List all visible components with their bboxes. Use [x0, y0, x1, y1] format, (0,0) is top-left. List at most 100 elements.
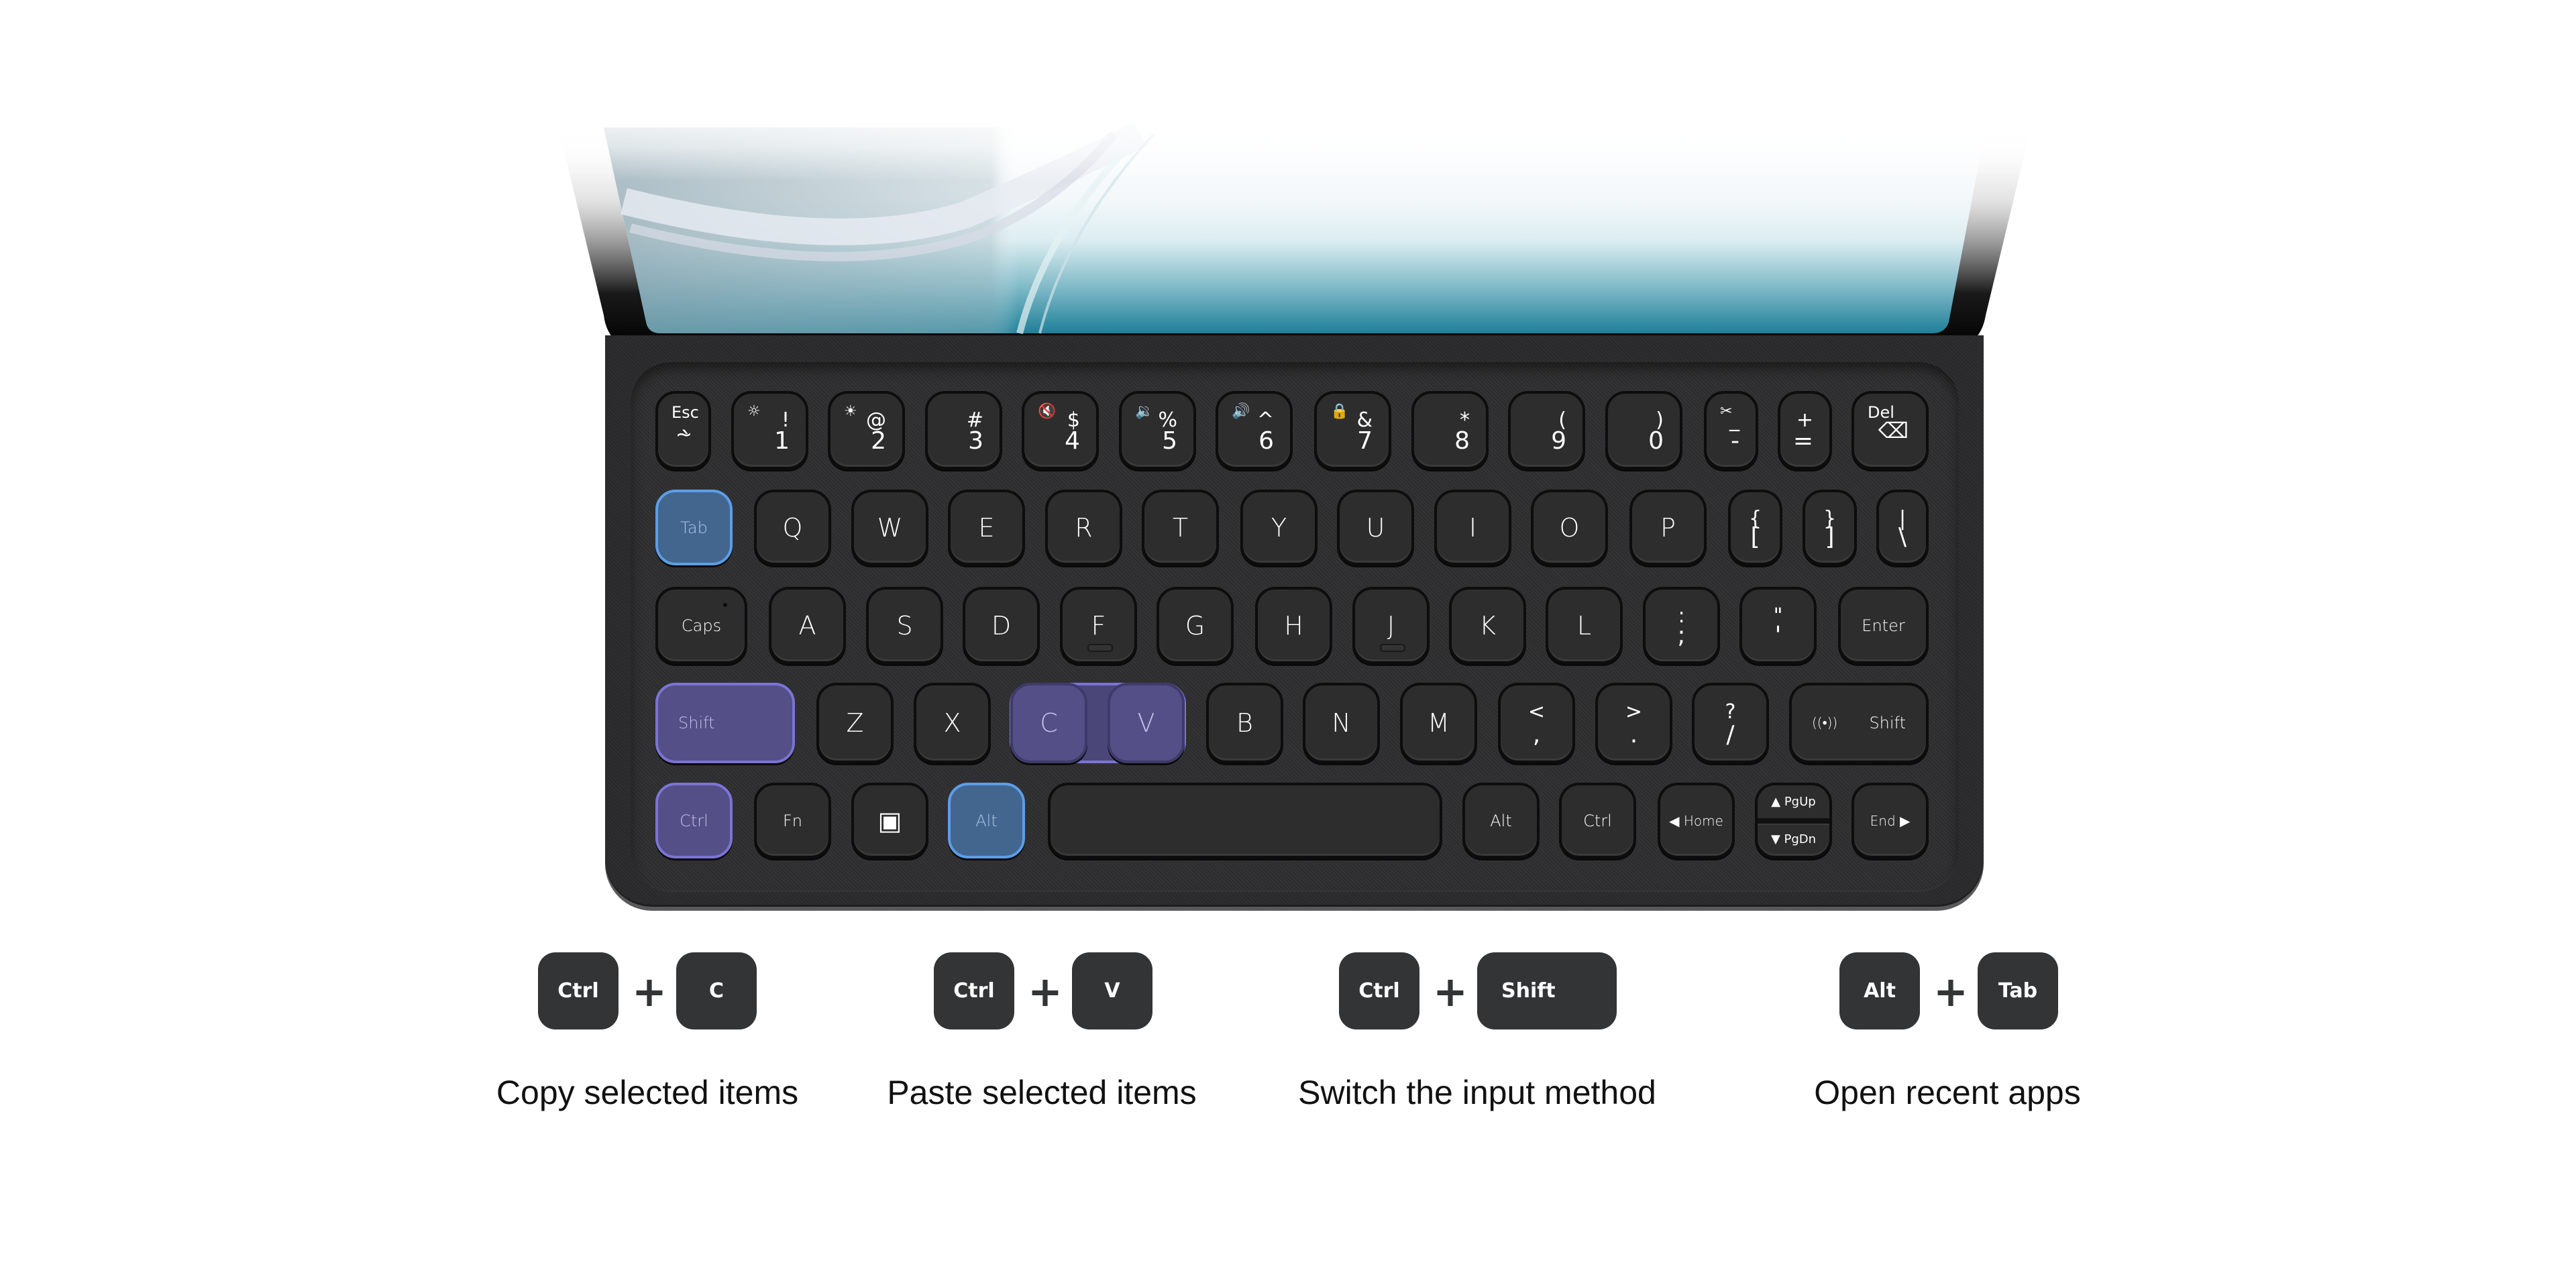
key-semicolon[interactable]: :; — [1643, 587, 1720, 664]
key-rshift[interactable]: ((•)) Shift — [1789, 683, 1929, 763]
key-v[interactable]: V — [1108, 683, 1185, 763]
key-7[interactable]: 🔒 & 7 — [1314, 391, 1391, 469]
key-label: Ctrl — [1583, 811, 1612, 830]
key-x[interactable]: X — [914, 683, 991, 763]
key-lshift[interactable]: Shift — [655, 683, 795, 763]
key-k[interactable]: K — [1449, 587, 1526, 664]
key-rctrl[interactable]: Ctrl — [1559, 783, 1636, 858]
key-space[interactable] — [1048, 783, 1442, 858]
caps-lock-indicator — [723, 603, 727, 607]
key-shift-label: > — [1625, 700, 1643, 724]
key-j[interactable]: J — [1352, 587, 1430, 664]
key-label: End ▶ — [1870, 812, 1911, 829]
key-base-label: ` — [680, 427, 692, 455]
key-base-label: 8 — [1454, 427, 1470, 455]
key-c[interactable]: C — [1010, 683, 1087, 763]
key-6[interactable]: 🔊 ^ 6 — [1216, 391, 1293, 469]
keycap-shift: Shift — [1477, 952, 1617, 1029]
key-minus[interactable]: ✂ _ - — [1704, 391, 1758, 469]
key-lalt[interactable]: Alt — [948, 783, 1025, 858]
key-slash[interactable]: ? / — [1692, 683, 1769, 763]
key-9[interactable]: (9 — [1508, 391, 1585, 469]
key-caps[interactable]: Caps — [655, 587, 747, 664]
key-period[interactable]: >. — [1595, 683, 1672, 763]
key-b[interactable]: B — [1206, 683, 1283, 763]
key-tab[interactable]: Tab — [655, 490, 733, 565]
key-z[interactable]: Z — [816, 683, 894, 763]
key-0[interactable]: ) 0 — [1605, 391, 1682, 469]
pgdn-label: ▼ PgDn — [1770, 832, 1817, 846]
key-end[interactable]: End ▶ — [1851, 783, 1929, 858]
key-4[interactable]: 🔇 $4 — [1022, 391, 1099, 469]
keycap-c: C — [676, 952, 757, 1029]
key-d[interactable]: D — [963, 587, 1040, 664]
tablet-screen-illustration — [537, 101, 2053, 350]
key-enter[interactable]: Enter — [1838, 587, 1929, 664]
key-quote[interactable]: " ' — [1739, 587, 1817, 664]
key-base-label: = — [1792, 427, 1813, 455]
key-label: Alt — [1490, 811, 1512, 830]
key-lctrl[interactable]: Ctrl — [655, 783, 733, 858]
key-5[interactable]: 🔉% 5 — [1119, 391, 1196, 469]
key-lbracket[interactable]: {[ — [1728, 490, 1782, 565]
key-del[interactable]: Del ⌫ — [1851, 391, 1929, 469]
keycap-tab: Tab — [1978, 952, 2058, 1029]
key-3[interactable]: #3 — [925, 391, 1002, 469]
key-n[interactable]: N — [1303, 683, 1380, 763]
key-home[interactable]: ◀ Home — [1658, 783, 1735, 858]
key-i[interactable]: I — [1434, 490, 1511, 565]
key-w[interactable]: W — [851, 490, 928, 565]
keycap-v: V — [1072, 952, 1152, 1029]
keycap-ctrl: Ctrl — [538, 952, 619, 1029]
key-o[interactable]: O — [1531, 490, 1608, 565]
key-base-label: \ — [1898, 523, 1907, 551]
key-label: V — [1137, 708, 1155, 738]
key-ralt[interactable]: Alt — [1462, 783, 1540, 858]
key-pgupdn[interactable]: ▲ PgUp ▼ PgDn — [1755, 783, 1832, 858]
key-label: Shift — [678, 714, 715, 732]
key-2[interactable]: ☀ @2 — [828, 391, 905, 469]
key-f[interactable]: F — [1060, 587, 1137, 664]
mute-icon: 🔇 — [1038, 403, 1057, 420]
shortcut-description: Copy selected items — [496, 1074, 799, 1111]
key-label: M — [1428, 708, 1450, 738]
key-apps[interactable]: ▣ — [851, 783, 928, 858]
key-base-label: 0 — [1648, 427, 1664, 455]
key-1[interactable]: ☼! 1 — [731, 391, 808, 469]
key-e[interactable]: E — [948, 490, 1025, 565]
key-q[interactable]: Q — [754, 490, 831, 565]
key-label: Fn — [782, 811, 802, 830]
plus-sign: + — [632, 967, 667, 1016]
key-a[interactable]: A — [769, 587, 846, 664]
key-s[interactable]: S — [866, 587, 943, 664]
keycap-alt: Alt — [1839, 952, 1920, 1029]
key-8[interactable]: * 8 — [1411, 391, 1489, 469]
pg-divider — [1758, 818, 1829, 824]
key-t[interactable]: T — [1142, 490, 1219, 565]
homing-bump — [1379, 644, 1405, 652]
key-rbracket[interactable]: }] — [1803, 490, 1857, 565]
key-p[interactable]: P — [1629, 490, 1707, 565]
key-u[interactable]: U — [1337, 490, 1414, 565]
key-h[interactable]: H — [1255, 587, 1332, 664]
key-comma[interactable]: <, — [1498, 683, 1575, 763]
key-label: O — [1559, 512, 1580, 543]
key-l[interactable]: L — [1546, 587, 1623, 664]
key-r[interactable]: R — [1045, 490, 1122, 565]
key-esc[interactable]: Esc ~ ` — [655, 391, 711, 469]
key-fn[interactable]: Fn — [754, 783, 831, 858]
key-g[interactable]: G — [1157, 587, 1234, 664]
key-label: F — [1091, 610, 1106, 640]
key-m[interactable]: M — [1400, 683, 1477, 763]
key-label: Q — [782, 512, 803, 543]
key-backslash[interactable]: | \ — [1876, 490, 1929, 565]
key-equal[interactable]: + = — [1778, 391, 1832, 469]
shortcut-description: Paste selected items — [887, 1074, 1197, 1111]
key-label: H — [1284, 610, 1303, 640]
key-shift-label: ? — [1725, 700, 1736, 724]
pgup-label: ▲ PgUp — [1771, 795, 1816, 809]
plus-sign: + — [1028, 967, 1063, 1016]
key-base-label: 2 — [871, 427, 886, 455]
key-y[interactable]: Y — [1240, 490, 1318, 565]
key-base-label: 4 — [1065, 427, 1080, 455]
